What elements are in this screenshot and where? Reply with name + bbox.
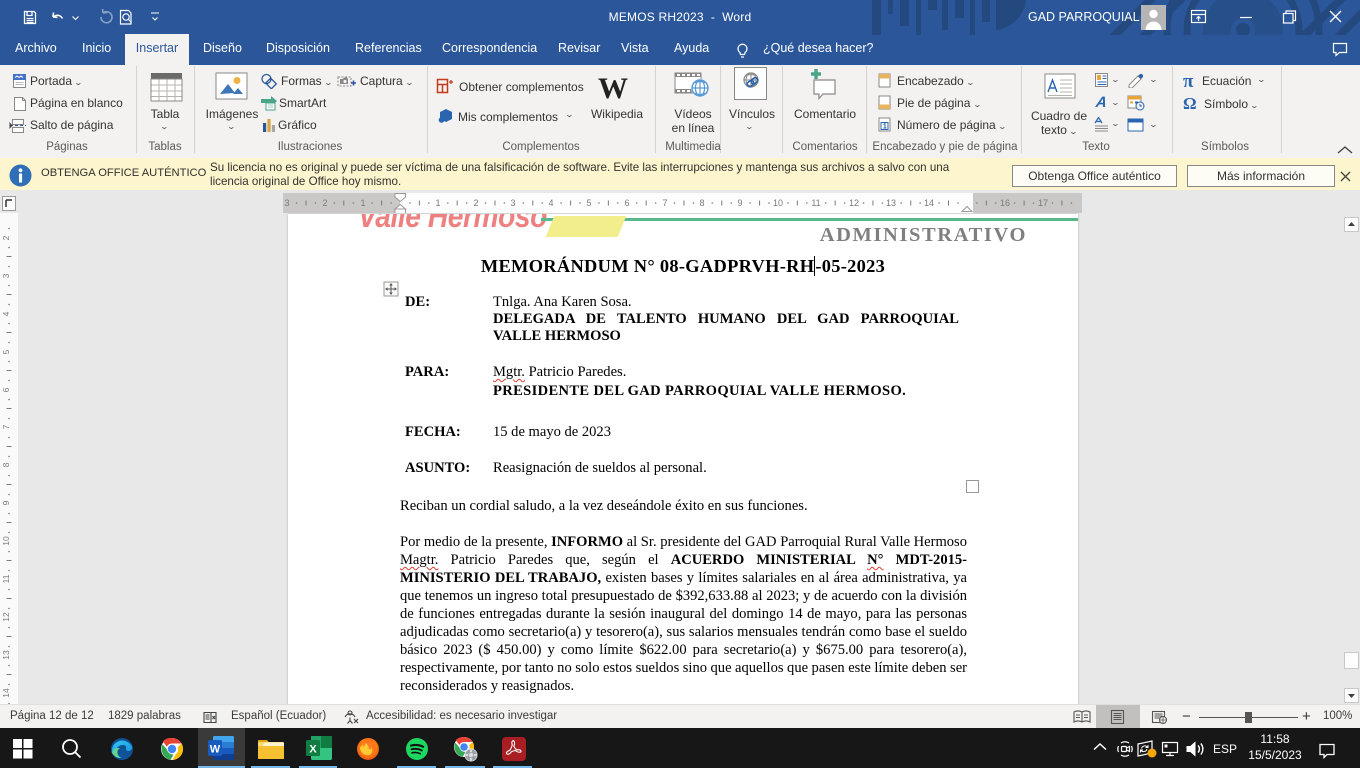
svg-text:14: 14 <box>924 198 934 208</box>
svg-text:3: 3 <box>510 198 515 208</box>
svg-text:W: W <box>210 744 221 756</box>
svg-text:4: 4 <box>548 198 553 208</box>
svg-text:7: 7 <box>662 198 667 208</box>
svg-text:5: 5 <box>1 349 11 354</box>
svg-text:11: 11 <box>811 198 820 208</box>
svg-text:6: 6 <box>1 387 11 392</box>
svg-text:8: 8 <box>1 462 11 467</box>
svg-text:2: 2 <box>322 198 327 208</box>
svg-text:5: 5 <box>586 198 591 208</box>
svg-text:X: X <box>309 744 317 756</box>
svg-text:1: 1 <box>435 198 440 208</box>
svg-text:12: 12 <box>1 612 11 622</box>
svg-text:10: 10 <box>1 536 11 546</box>
svg-text:9: 9 <box>1 500 11 505</box>
svg-text:16: 16 <box>1000 198 1010 208</box>
svg-text:7: 7 <box>1 424 11 429</box>
svg-text:2: 2 <box>473 198 478 208</box>
svg-text:14: 14 <box>1 688 11 698</box>
svg-text:12: 12 <box>849 198 859 208</box>
svg-text:8: 8 <box>699 198 704 208</box>
svg-text:13: 13 <box>1 650 11 660</box>
svg-text:13: 13 <box>886 198 896 208</box>
svg-text:3: 3 <box>284 198 289 208</box>
svg-text:17: 17 <box>1038 198 1048 208</box>
svg-text:11: 11 <box>1 574 11 583</box>
svg-text:6: 6 <box>624 198 629 208</box>
svg-text:3: 3 <box>1 273 11 278</box>
svg-text:4: 4 <box>1 311 11 316</box>
svg-text:9: 9 <box>737 198 742 208</box>
svg-text:10: 10 <box>773 198 783 208</box>
svg-text:1: 1 <box>360 198 365 208</box>
svg-text:2: 2 <box>1 235 11 240</box>
